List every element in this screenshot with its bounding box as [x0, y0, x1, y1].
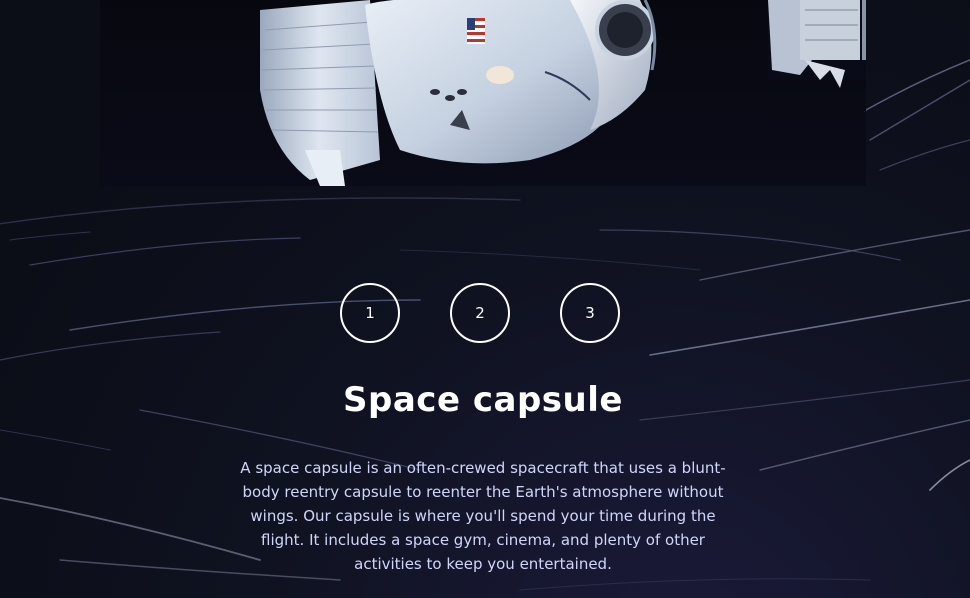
flag-icon	[467, 18, 485, 44]
step-3-button[interactable]: 3	[560, 283, 620, 343]
page-title: Space capsule	[343, 380, 623, 420]
step-2-button[interactable]: 2	[450, 283, 510, 343]
description-text: A space capsule is an often-crewed space…	[240, 459, 726, 573]
step-1-button[interactable]: 1	[340, 283, 400, 343]
step-navigation: 1 2 3	[340, 283, 626, 347]
hero-capsule-image	[100, 0, 866, 186]
page: 1 2 3 Space capsule A space capsule is a…	[0, 0, 970, 598]
